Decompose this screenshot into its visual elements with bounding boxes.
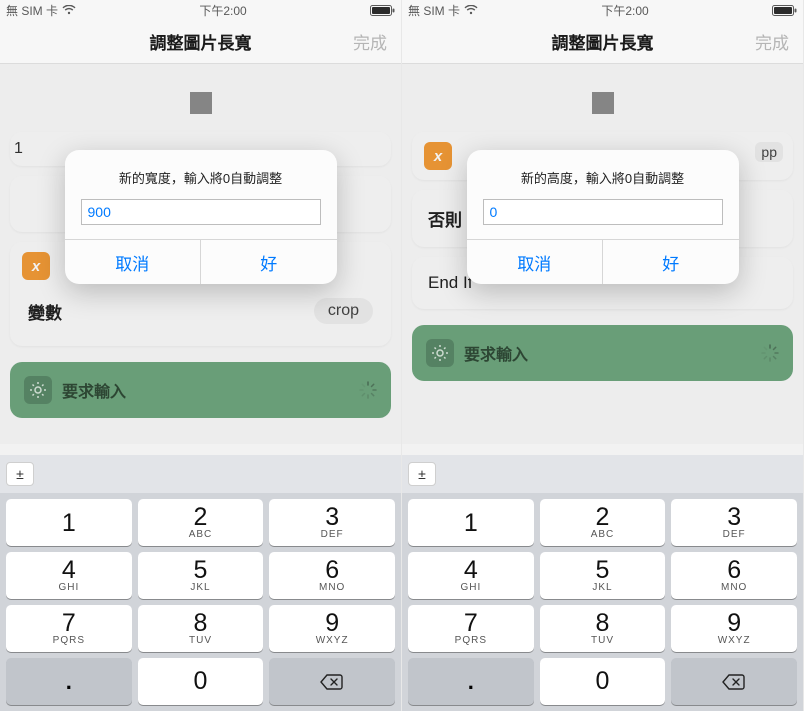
time-label: 下午2:00 <box>199 2 246 19</box>
time-label: 下午2:00 <box>601 2 648 19</box>
key-8[interactable]: 8TUV <box>138 605 264 652</box>
key-2[interactable]: 2ABC <box>138 499 264 546</box>
key-1[interactable]: 1 <box>408 499 534 546</box>
alert-title: 新的高度，輸入將0自動調整 <box>467 150 739 199</box>
key-4[interactable]: 4GHI <box>6 552 132 599</box>
page-title: 調整圖片長寬 <box>150 29 252 54</box>
key-9[interactable]: 9WXYZ <box>671 605 797 652</box>
key-5[interactable]: 5JKL <box>138 552 264 599</box>
key-dot[interactable]: . <box>6 658 132 705</box>
key-0[interactable]: 0 <box>540 658 666 705</box>
key-1[interactable]: 1 <box>6 499 132 546</box>
key-4[interactable]: 4GHI <box>408 552 534 599</box>
key-9[interactable]: 9WXYZ <box>269 605 395 652</box>
alert-input[interactable] <box>483 199 723 225</box>
cancel-button[interactable]: 取消 <box>467 240 604 284</box>
keyboard: ± 1 2ABC 3DEF 4GHI 5JKL 6MNO 7PQRS 8TUV … <box>402 455 803 711</box>
nav-bar: 調整圖片長寬 完成 <box>402 20 803 64</box>
ok-button[interactable]: 好 <box>201 240 337 284</box>
wifi-icon <box>62 5 76 15</box>
key-2[interactable]: 2ABC <box>540 499 666 546</box>
alert-input[interactable] <box>81 199 321 225</box>
phone-screen-right: 無 SIM 卡 下午2:00 調整圖片長寬 完成 x pp 否則 E <box>402 0 804 711</box>
status-bar: 無 SIM 卡 下午2:00 <box>402 0 803 20</box>
key-8[interactable]: 8TUV <box>540 605 666 652</box>
nav-bar: 調整圖片長寬 完成 <box>0 20 401 64</box>
plus-minus-button[interactable]: ± <box>6 462 34 486</box>
key-6[interactable]: 6MNO <box>269 552 395 599</box>
page-title: 調整圖片長寬 <box>552 29 654 54</box>
key-7[interactable]: 7PQRS <box>6 605 132 652</box>
key-0[interactable]: 0 <box>138 658 264 705</box>
wifi-icon <box>464 5 478 15</box>
key-backspace[interactable] <box>269 658 395 705</box>
alert-title: 新的寬度，輸入將0自動調整 <box>65 150 337 199</box>
key-6[interactable]: 6MNO <box>671 552 797 599</box>
phone-screen-left: 無 SIM 卡 下午2:00 調整圖片長寬 完成 1 x 變數 crop <box>0 0 402 711</box>
keyboard: ± 1 2ABC 3DEF 4GHI 5JKL 6MNO 7PQRS 8TUV … <box>0 455 401 711</box>
battery-icon <box>772 5 797 16</box>
key-3[interactable]: 3DEF <box>671 499 797 546</box>
key-5[interactable]: 5JKL <box>540 552 666 599</box>
carrier-label: 無 SIM 卡 <box>6 2 58 19</box>
alert-dialog: 新的高度，輸入將0自動調整 取消 好 <box>467 150 739 284</box>
done-button[interactable]: 完成 <box>755 29 789 54</box>
alert-dialog: 新的寬度，輸入將0自動調整 取消 好 <box>65 150 337 284</box>
done-button[interactable]: 完成 <box>353 29 387 54</box>
ok-button[interactable]: 好 <box>603 240 739 284</box>
key-3[interactable]: 3DEF <box>269 499 395 546</box>
key-backspace[interactable] <box>671 658 797 705</box>
carrier-label: 無 SIM 卡 <box>408 2 460 19</box>
status-bar: 無 SIM 卡 下午2:00 <box>0 0 401 20</box>
key-dot[interactable]: . <box>408 658 534 705</box>
key-7[interactable]: 7PQRS <box>408 605 534 652</box>
battery-icon <box>370 5 395 16</box>
cancel-button[interactable]: 取消 <box>65 240 202 284</box>
plus-minus-button[interactable]: ± <box>408 462 436 486</box>
